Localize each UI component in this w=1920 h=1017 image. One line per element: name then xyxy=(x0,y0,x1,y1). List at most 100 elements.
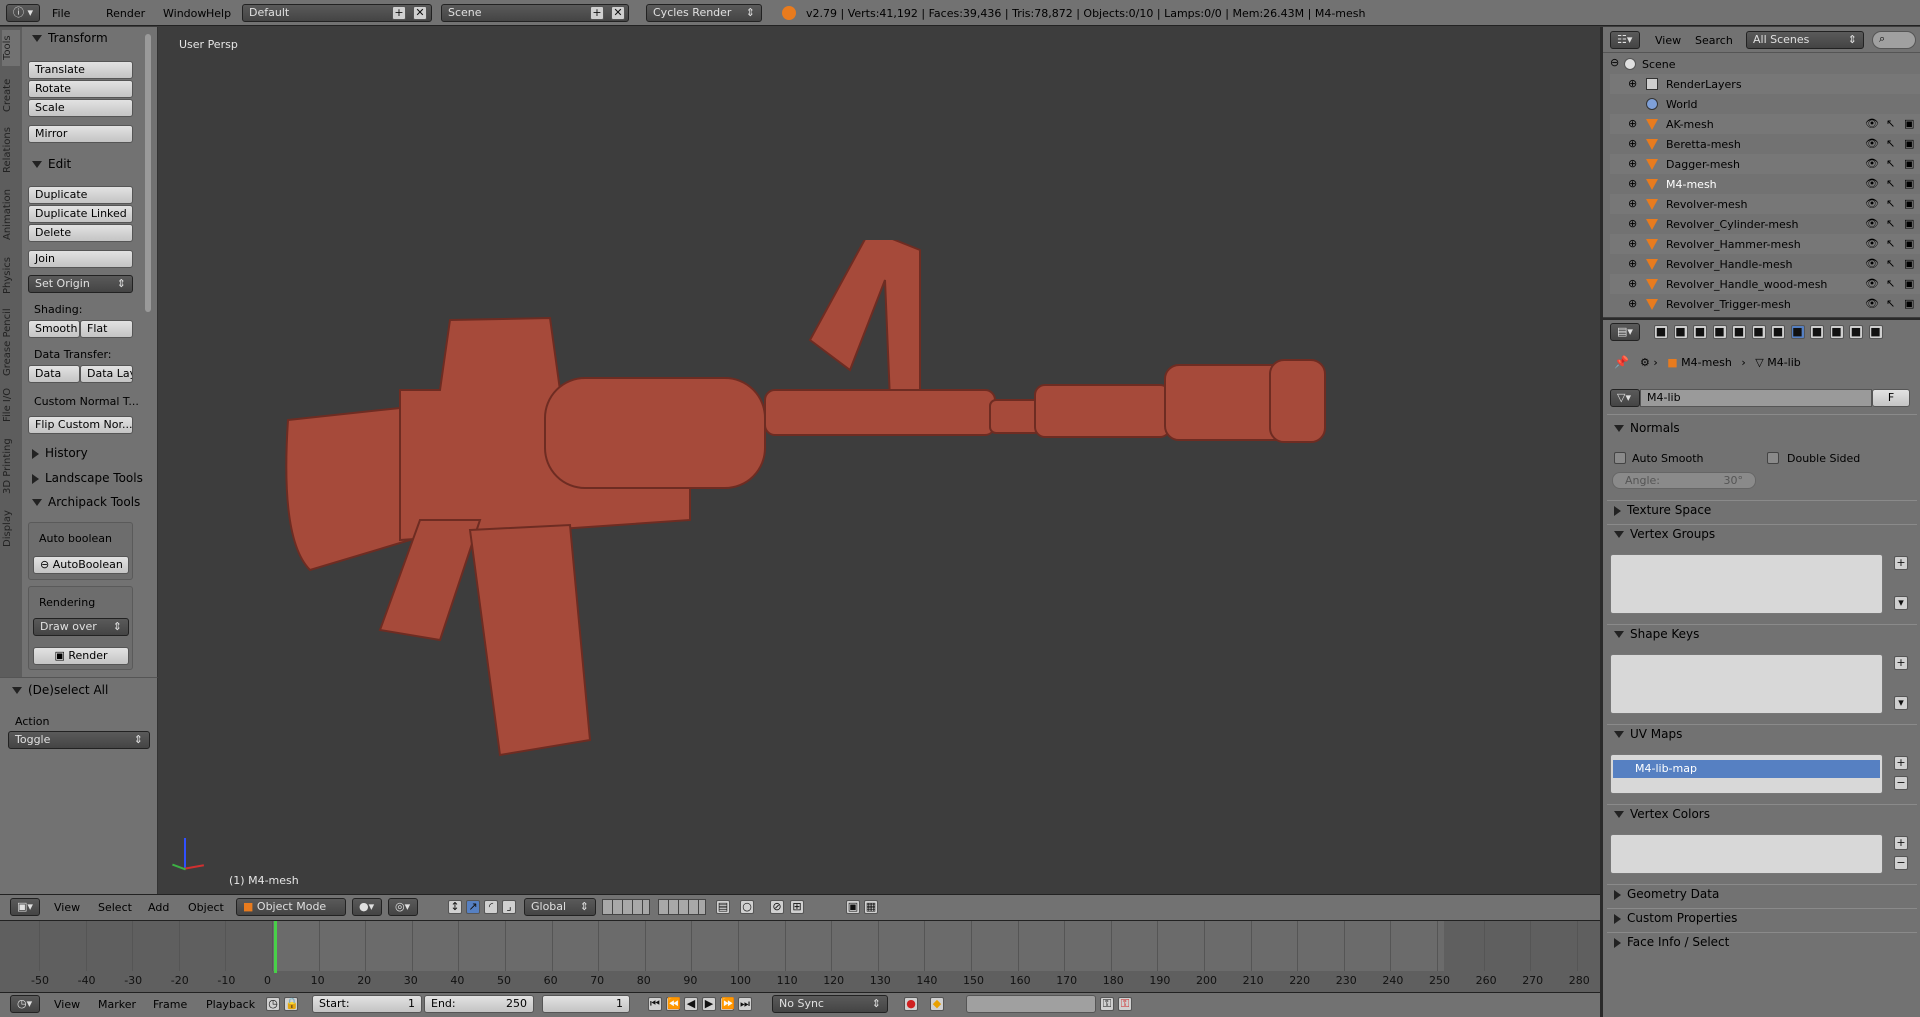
selectable-cursor-icon[interactable]: ↖ xyxy=(1886,217,1895,230)
menu-help[interactable]: Help xyxy=(206,7,231,20)
manipulator-toggle-icon[interactable]: ↕ xyxy=(448,900,462,914)
outliner-row[interactable]: ⊕ Revolver_Trigger-mesh 👁 ↖ ▣ xyxy=(1610,294,1920,314)
viewport-menu-select[interactable]: Select xyxy=(98,901,132,914)
vertex-groups-panel-header[interactable]: Vertex Groups xyxy=(1614,527,1715,541)
scene-close-icon[interactable]: ✕ xyxy=(611,6,625,20)
vertex-colors-list[interactable] xyxy=(1610,834,1883,874)
end-frame-field[interactable]: End: 250 xyxy=(424,995,534,1013)
vtab-grease-pencil[interactable]: Grease Pencil xyxy=(2,306,20,378)
draw-over-select[interactable]: Draw over ⇕ xyxy=(33,618,129,636)
model-m4-rifle[interactable] xyxy=(270,240,1410,770)
menu-window[interactable]: Window xyxy=(163,7,206,20)
join-button[interactable]: Join xyxy=(28,250,133,268)
menu-render[interactable]: Render xyxy=(106,7,145,20)
scene-add-icon[interactable]: + xyxy=(590,6,604,20)
scale-button[interactable]: Scale xyxy=(28,99,133,117)
vertex-group-add-icon[interactable]: + xyxy=(1894,556,1908,570)
visibility-eye-icon[interactable]: 👁 xyxy=(1865,297,1879,310)
render-engine-select[interactable]: Cycles Render ⇕ xyxy=(646,4,762,22)
lock-layers-icon[interactable]: ▤ xyxy=(716,900,730,914)
properties-tab-modifiers-icon[interactable]: ■ xyxy=(1771,325,1785,339)
properties-tab-render-layers-icon[interactable]: ■ xyxy=(1673,325,1688,339)
outliner-row[interactable]: ⊕ Revolver-mesh 👁 ↖ ▣ xyxy=(1610,194,1920,214)
properties-tab-physics-icon[interactable]: ■ xyxy=(1868,325,1883,339)
vertex-color-add-icon[interactable]: + xyxy=(1894,836,1908,850)
uv-map-add-icon[interactable]: + xyxy=(1894,756,1908,770)
shape-keys-list[interactable] xyxy=(1610,654,1883,714)
outliner-row[interactable]: ⊕ Revolver_Handle_wood-mesh 👁 ↖ ▣ xyxy=(1610,274,1920,294)
rotate-button[interactable]: Rotate xyxy=(28,80,133,98)
selectable-cursor-icon[interactable]: ↖ xyxy=(1886,297,1895,310)
double-sided-checkbox[interactable] xyxy=(1767,452,1779,464)
properties-tab-object-icon[interactable]: ■ xyxy=(1732,325,1746,339)
render-button[interactable]: ▣ Render xyxy=(33,647,129,665)
jump-keyframe-back-icon[interactable]: ⏪ xyxy=(666,997,681,1011)
timeline-menu-marker[interactable]: Marker xyxy=(98,998,136,1011)
scale-manipulator-icon[interactable]: ⌟ xyxy=(502,900,516,914)
viewport-menu-object[interactable]: Object xyxy=(188,901,224,914)
outliner-row[interactable]: ⊕ Revolver_Handle-mesh 👁 ↖ ▣ xyxy=(1610,254,1920,274)
visibility-eye-icon[interactable]: 👁 xyxy=(1865,257,1879,270)
custom-properties-panel-header[interactable]: Custom Properties xyxy=(1614,911,1737,925)
render-preview-icon[interactable]: ▣ xyxy=(846,900,860,914)
properties-tab-material-icon[interactable]: ■ xyxy=(1810,325,1824,339)
selectable-cursor-icon[interactable]: ↖ xyxy=(1886,277,1895,290)
vertex-colors-panel-header[interactable]: Vertex Colors xyxy=(1614,807,1710,821)
duplicate-button[interactable]: Duplicate xyxy=(28,186,133,204)
outliner-row-scene[interactable]: ⊖ Scene xyxy=(1610,54,1920,74)
renderable-camera-icon[interactable]: ▣ xyxy=(1904,297,1914,310)
layer-grid-2[interactable] xyxy=(658,899,706,915)
archipack-panel-header[interactable]: Archipack Tools xyxy=(32,495,140,509)
outliner-editor-type[interactable]: ☷▾ xyxy=(1610,31,1640,49)
data-layout-button[interactable]: Data Lay xyxy=(80,365,133,383)
timeline-editor-type[interactable]: ◷▾ xyxy=(10,995,40,1013)
delete-button[interactable]: Delete xyxy=(28,224,133,242)
layout-close-icon[interactable]: ✕ xyxy=(413,6,427,20)
landscape-panel-header[interactable]: Landscape Tools xyxy=(32,471,143,485)
flat-button[interactable]: Flat xyxy=(80,320,133,338)
properties-tab-texture-icon[interactable]: ■ xyxy=(1829,325,1844,339)
duplicate-linked-button[interactable]: Duplicate Linked xyxy=(28,205,133,223)
set-origin-select[interactable]: Set Origin ⇕ xyxy=(28,275,133,293)
timeline-menu-view[interactable]: View xyxy=(54,998,80,1011)
vtab-file-i-o[interactable]: File I/O xyxy=(2,384,20,426)
renderable-camera-icon[interactable]: ▣ xyxy=(1904,177,1914,190)
uv-maps-panel-header[interactable]: UV Maps xyxy=(1614,727,1682,741)
renderable-camera-icon[interactable]: ▣ xyxy=(1904,277,1914,290)
vertex-color-remove-icon[interactable]: − xyxy=(1894,856,1908,870)
editor-type-button[interactable]: ⓘ ▾ xyxy=(6,4,40,22)
angle-field[interactable]: Angle: 30° xyxy=(1612,472,1756,489)
smooth-button[interactable]: Smooth xyxy=(28,320,80,338)
selectable-cursor-icon[interactable]: ↖ xyxy=(1886,177,1895,190)
selectable-cursor-icon[interactable]: ↖ xyxy=(1886,257,1895,270)
outliner-row[interactable]: World xyxy=(1610,94,1920,114)
outliner-row[interactable]: ⊕ RenderLayers xyxy=(1610,74,1920,94)
auto-boolean-button[interactable]: ⊖ AutoBoolean xyxy=(33,556,129,574)
outliner-row[interactable]: ⊕ Beretta-mesh 👁 ↖ ▣ xyxy=(1610,134,1920,154)
start-frame-field[interactable]: Start: 1 xyxy=(312,995,422,1013)
properties-tab-particles-icon[interactable]: ■ xyxy=(1849,325,1863,339)
visibility-eye-icon[interactable]: 👁 xyxy=(1865,177,1879,190)
render-anim-icon[interactable]: ▦ xyxy=(864,900,878,914)
outliner-scope-select[interactable]: All Scenes ⇕ xyxy=(1746,31,1864,49)
renderable-camera-icon[interactable]: ▣ xyxy=(1904,257,1914,270)
face-info-panel-header[interactable]: Face Info / Select xyxy=(1614,935,1729,949)
selectable-cursor-icon[interactable]: ↖ xyxy=(1886,137,1895,150)
sync-select[interactable]: No Sync ⇕ xyxy=(772,995,888,1013)
shape-key-menu-icon[interactable]: ▾ xyxy=(1894,696,1908,710)
proportional-edit-icon[interactable]: ○ xyxy=(740,900,754,914)
renderable-camera-icon[interactable]: ▣ xyxy=(1904,217,1914,230)
keying-set-icon[interactable]: ◆ xyxy=(930,997,944,1011)
mirror-button[interactable]: Mirror xyxy=(28,125,133,143)
vtab-tools[interactable]: Tools xyxy=(2,30,20,66)
vertex-groups-list[interactable] xyxy=(1610,554,1883,614)
vtab-physics[interactable]: Physics xyxy=(2,252,20,300)
rotate-manipulator-icon[interactable]: ◜ xyxy=(484,900,498,914)
renderable-camera-icon[interactable]: ▣ xyxy=(1904,157,1914,170)
mesh-datablock-name[interactable]: M4-lib xyxy=(1640,389,1872,407)
mesh-datablock-browse[interactable]: ▽▾ xyxy=(1610,389,1640,407)
insert-keyframe-icon[interactable]: ⚿ xyxy=(1100,997,1114,1011)
jump-keyframe-forward-icon[interactable]: ⏩ xyxy=(720,997,735,1011)
layer-grid-1[interactable] xyxy=(602,899,650,915)
properties-tab-render-icon[interactable]: ■ xyxy=(1654,325,1668,339)
